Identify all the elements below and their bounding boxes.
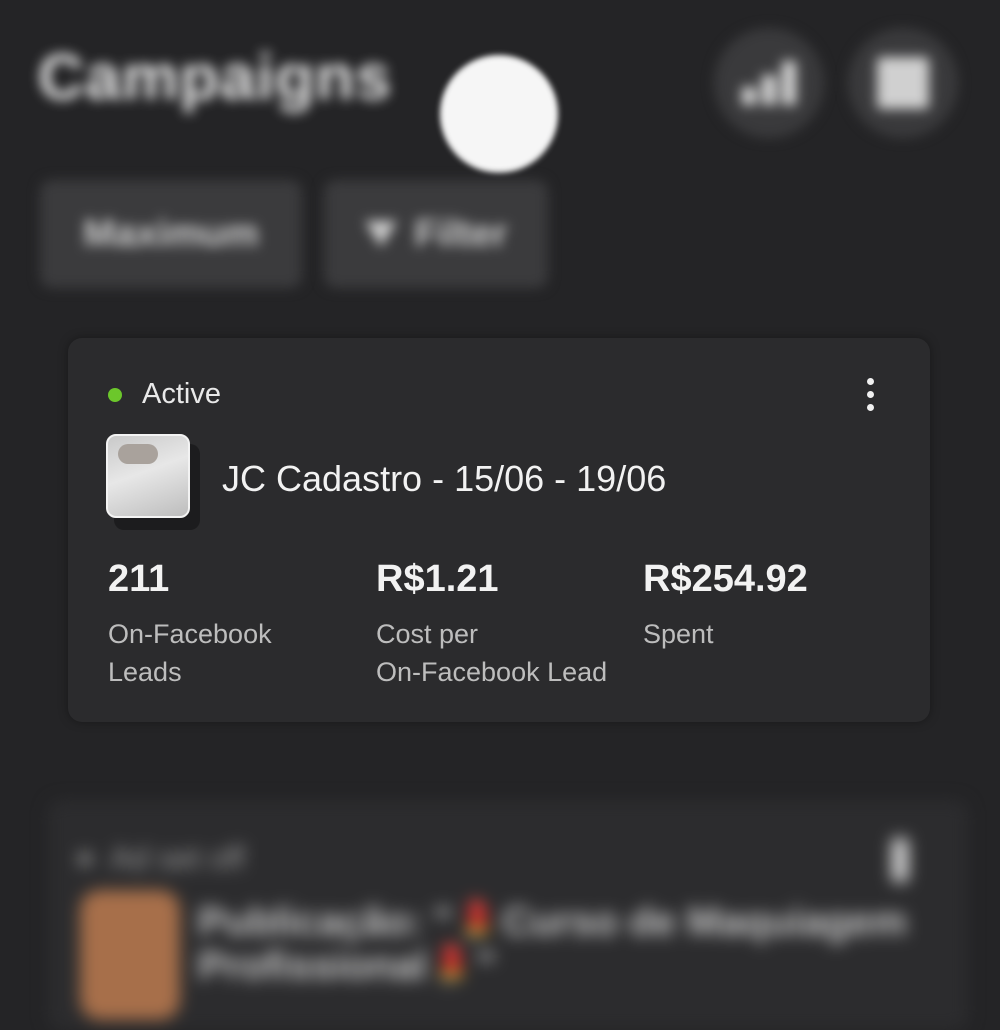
metric-value: R$254.92 — [643, 558, 808, 600]
insights-button[interactable] — [714, 28, 824, 138]
campaign-card[interactable]: Active JC Cadastro - 15/06 - 19/06 211 O… — [68, 338, 930, 722]
metric-label-line2: Leads — [108, 657, 182, 687]
adset-card[interactable]: Ad set off Publicação: "💄Curso de Maquia… — [48, 800, 968, 1030]
funnel-icon — [364, 221, 397, 247]
grid-view-button[interactable] — [848, 28, 958, 138]
metric-label-line1: On-Facebook — [108, 619, 272, 649]
bar-chart-icon — [742, 61, 796, 105]
metric-cost-per-lead: R$1.21 Cost per On-Facebook Lead — [376, 558, 607, 691]
campaign-name: JC Cadastro - 15/06 - 19/06 — [222, 458, 667, 499]
campaign-status: Active — [108, 378, 221, 411]
filter-button[interactable]: Filter — [324, 180, 548, 288]
post-thumbnail — [80, 890, 180, 1020]
metric-value: 211 — [108, 558, 170, 600]
campaign-thumbnail — [106, 434, 190, 518]
adset-status: Ad set off — [78, 840, 245, 877]
date-range-button[interactable]: Maximum — [40, 180, 302, 288]
metric-value: R$1.21 — [376, 558, 499, 600]
post-title: Publicação: "💄Curso de Maquiagem Profiss… — [198, 900, 907, 988]
date-range-label: Maximum — [83, 212, 259, 255]
more-options-icon[interactable] — [867, 378, 874, 411]
touch-indicator — [440, 55, 558, 173]
page-title: Campaigns — [38, 41, 392, 113]
status-dot-icon — [78, 851, 92, 866]
status-label: Active — [142, 378, 221, 410]
metric-label-line1: Cost per — [376, 619, 479, 649]
grid-icon — [877, 57, 929, 109]
filter-label: Filter — [414, 212, 508, 255]
metric-label-line2: On-Facebook Lead — [376, 657, 608, 687]
adset-status-label: Ad set off — [110, 840, 245, 876]
more-options-icon[interactable] — [892, 838, 908, 882]
metric-leads: 211 On-Facebook Leads — [108, 558, 272, 691]
metric-spent: R$254.92 Spent — [643, 558, 808, 653]
status-dot-icon — [108, 387, 122, 402]
metric-label-line1: Spent — [643, 619, 714, 649]
